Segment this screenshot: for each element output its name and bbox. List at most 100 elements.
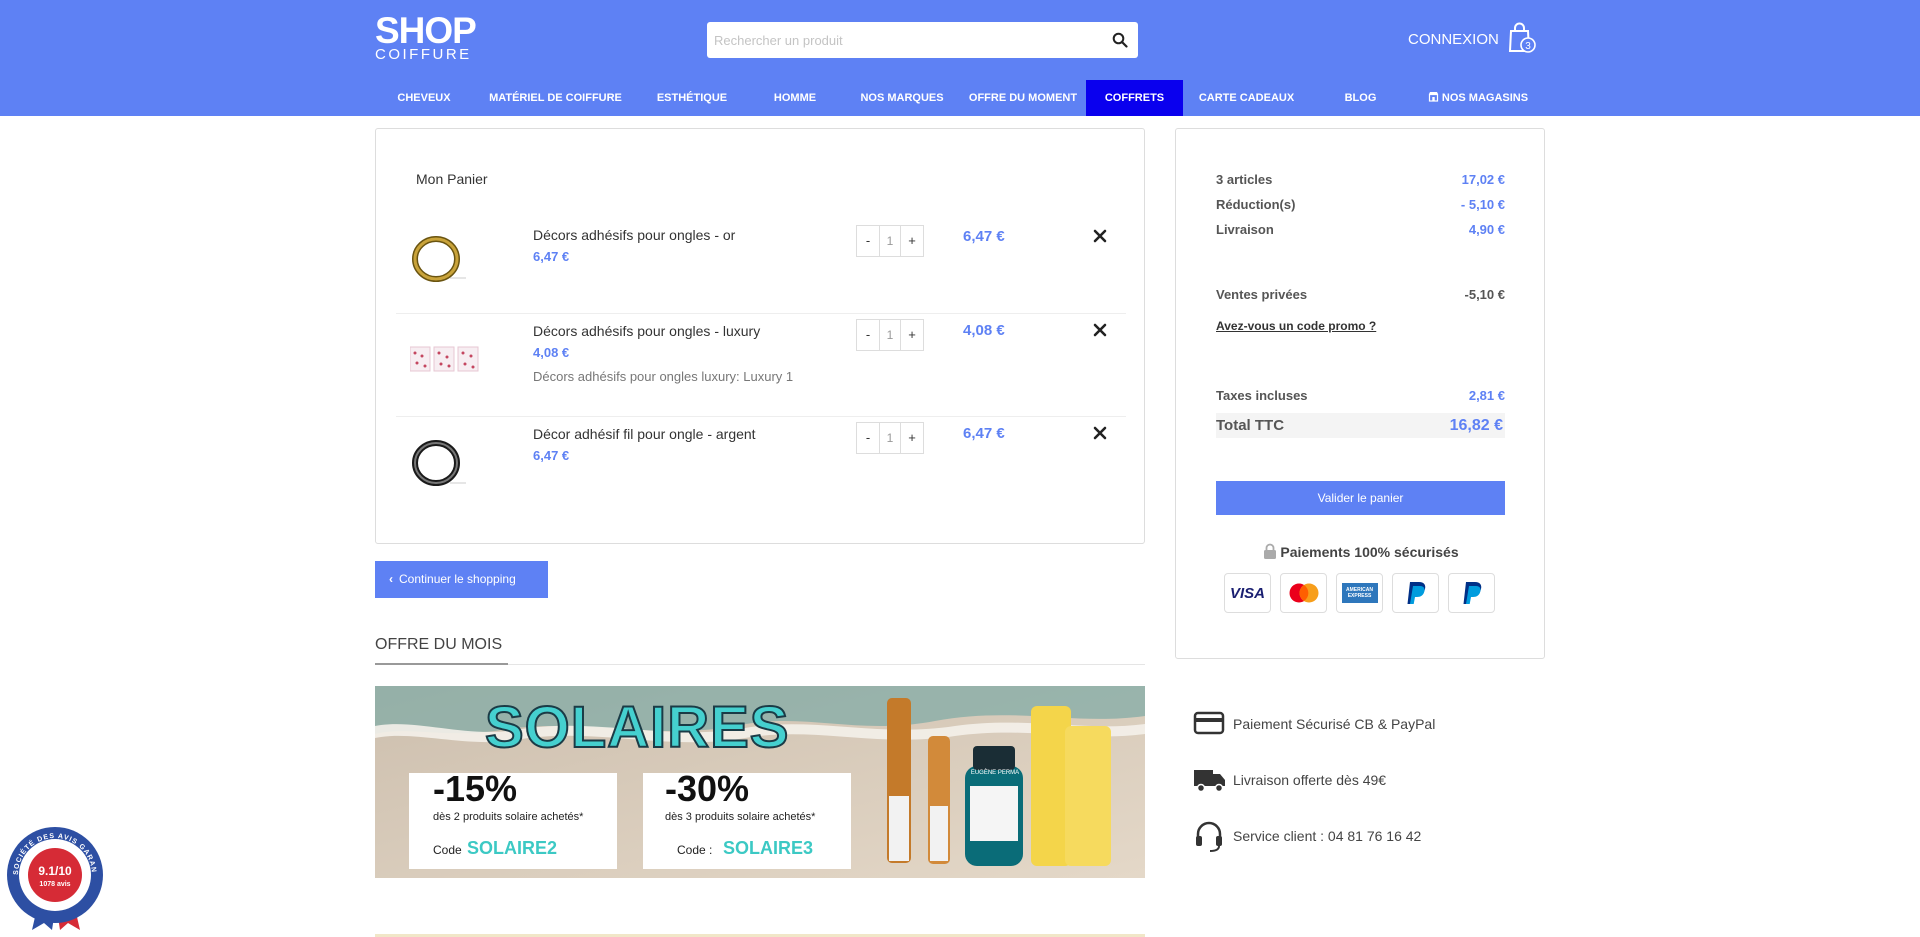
banner-promo1-pct: -15% — [433, 768, 518, 809]
badge-reviews: 1078 avis — [39, 881, 70, 888]
total-label: Total TTC — [1216, 417, 1285, 434]
continue-shopping-button[interactable]: ‹ Continuer le shopping — [375, 561, 548, 598]
banner-headline: SOLAIRES — [484, 694, 790, 761]
item-name[interactable]: Décors adhésifs pour ongles - luxury — [533, 323, 760, 339]
qty-minus-button[interactable]: - — [857, 226, 879, 256]
nav-carte-cadeaux[interactable]: CARTE CADEAUX — [1183, 80, 1310, 116]
nav-magasins[interactable]: NOS MAGASINS — [1411, 80, 1545, 116]
cart-item: Décors adhésifs pour ongles - or 6,47 € … — [396, 207, 1126, 314]
nav-offre-moment[interactable]: OFFRE DU MOMENT — [960, 80, 1086, 116]
nav-esthetique[interactable]: ESTHÉTIQUE — [638, 80, 746, 116]
summary-value: 4,90 € — [1468, 222, 1505, 237]
logo-coiffure: COIFFURE — [375, 46, 472, 63]
chevron-left-icon: ‹ — [389, 572, 393, 586]
summary-value: 2,81 € — [1468, 388, 1505, 403]
continue-shopping-label: Continuer le shopping — [399, 572, 516, 586]
search-input[interactable] — [707, 22, 1097, 58]
store-icon — [1428, 92, 1439, 102]
item-line-total: 6,47 € — [963, 228, 1005, 245]
qty-value[interactable]: 1 — [879, 423, 901, 453]
item-unit-price: 6,47 € — [533, 448, 570, 463]
product-thumbnail[interactable] — [410, 344, 480, 374]
header: SHOP COIFFURE CONNEXION 3 CHEVEUX MATÉRI… — [0, 0, 1920, 116]
remove-icon[interactable] — [1093, 426, 1107, 440]
connexion-link[interactable]: CONNEXION — [1408, 31, 1499, 48]
summary-label: 3 articles — [1216, 172, 1273, 187]
total-value: 16,82 € — [1449, 417, 1503, 434]
qty-plus-button[interactable]: + — [901, 320, 923, 350]
item-name[interactable]: Décors adhésifs pour ongles - or — [533, 227, 735, 243]
item-variant: Décors adhésifs pour ongles luxury: Luxu… — [533, 369, 794, 384]
card-label: AMERICAN EXPRESS — [1341, 583, 1378, 603]
logo[interactable]: SHOP COIFFURE — [375, 10, 477, 63]
remove-icon[interactable] — [1093, 323, 1107, 337]
payment-cards: VISA AMERICAN EXPRESS — [1224, 573, 1495, 613]
search-icon[interactable] — [1112, 32, 1128, 48]
nav-cheveux[interactable]: CHEVEUX — [375, 80, 473, 116]
quantity-stepper: - 1 + — [856, 422, 924, 454]
card-label: VISA — [1229, 584, 1265, 602]
secure-label: Paiements 100% sécurisés — [1280, 544, 1459, 560]
nav-materiel[interactable]: MATÉRIEL DE COIFFURE — [473, 80, 638, 116]
banner-promo2-desc: dès 3 produits solaire achetés* — [665, 811, 816, 823]
summary-total: Total TTC 16,82 € — [1216, 413, 1505, 438]
cart-title: Mon Panier — [416, 171, 488, 187]
cart-count: 3 — [1525, 41, 1531, 52]
cart-panel: Mon Panier Décors adhésifs pour ongles -… — [375, 128, 1145, 544]
banner-brand: EUGÈNE PERMA — [970, 770, 1020, 776]
banner-promo1-code-label: Code — [433, 843, 462, 857]
logo-shop: SHOP — [375, 10, 477, 51]
amex-card-icon: AMERICAN EXPRESS — [1336, 573, 1383, 613]
nav-magasins-label: NOS MAGASINS — [1441, 92, 1529, 104]
paypal-icon — [1448, 573, 1495, 613]
summary-value: - 5,10 € — [1460, 197, 1505, 212]
feature-label: Livraison offerte dès 49€ — [1233, 772, 1387, 788]
qty-minus-button[interactable]: - — [857, 423, 879, 453]
nav-coffrets[interactable]: COFFRETS — [1086, 80, 1183, 116]
summary-row-taxes: Taxes incluses 2,81 € — [1216, 388, 1505, 403]
banner-promo2-pct: -30% — [665, 768, 750, 809]
item-line-total: 6,47 € — [963, 425, 1005, 442]
banner-promo2-code-label: Code : — [677, 843, 713, 857]
divider — [375, 663, 508, 665]
banner-promo1-code: SOLAIRE2 — [467, 838, 558, 858]
summary-row-ventes-privees: Ventes privées -5,10 € — [1216, 287, 1505, 302]
nav-marques[interactable]: NOS MARQUES — [844, 80, 960, 116]
badge-score: 9.1/10 — [38, 864, 72, 878]
item-unit-price: 4,08 € — [533, 345, 570, 360]
summary-value: -5,10 € — [1464, 287, 1505, 302]
qty-minus-button[interactable]: - — [857, 320, 879, 350]
headset-icon — [1196, 821, 1222, 852]
qty-plus-button[interactable]: + — [901, 423, 923, 453]
main-nav: CHEVEUX MATÉRIEL DE COIFFURE ESTHÉTIQUE … — [375, 80, 1545, 116]
product-thumbnail[interactable] — [410, 223, 480, 293]
validate-cart-button[interactable]: Valider le panier — [1216, 481, 1505, 515]
item-line-total: 4,08 € — [963, 322, 1005, 339]
nav-blog[interactable]: BLOG — [1310, 80, 1411, 116]
offre-title: OFFRE DU MOIS — [375, 636, 503, 653]
summary-label: Ventes privées — [1216, 287, 1308, 302]
shopping-bag-icon[interactable]: 3 — [1507, 22, 1537, 54]
summary-row-reduction: Réduction(s) - 5,10 € — [1216, 197, 1505, 212]
qty-value[interactable]: 1 — [879, 226, 901, 256]
lock-icon — [1264, 543, 1277, 559]
mastercard-icon — [1280, 573, 1327, 613]
promo-code-link[interactable]: Avez-vous un code promo ? — [1216, 319, 1376, 333]
remove-icon[interactable] — [1093, 229, 1107, 243]
item-name[interactable]: Décor adhésif fil pour ongle - argent — [533, 426, 756, 442]
secure-payments: Paiements 100% sécurisés — [1176, 543, 1546, 560]
search-bar — [707, 22, 1138, 58]
promo-banner[interactable]: SOLAIRES -15% dès 2 produits solaire ach… — [375, 686, 1145, 878]
feature-label: Paiement Sécurisé CB & PayPal — [1233, 716, 1436, 732]
summary-value: 17,02 € — [1461, 172, 1505, 187]
nav-homme[interactable]: HOMME — [746, 80, 844, 116]
qty-value[interactable]: 1 — [879, 320, 901, 350]
reviews-badge[interactable]: SOCIÉTÉ DES AVIS GARANTIS 9.1/10 1078 av… — [4, 824, 106, 932]
credit-card-icon — [1193, 711, 1225, 735]
visa-card-icon: VISA — [1224, 573, 1271, 613]
feature-label: Service client : 04 81 76 16 42 — [1233, 828, 1422, 844]
product-thumbnail[interactable] — [410, 433, 480, 493]
item-unit-price: 6,47 € — [533, 249, 570, 264]
order-summary: 3 articles 17,02 € Réduction(s) - 5,10 €… — [1175, 128, 1545, 659]
qty-plus-button[interactable]: + — [901, 226, 923, 256]
